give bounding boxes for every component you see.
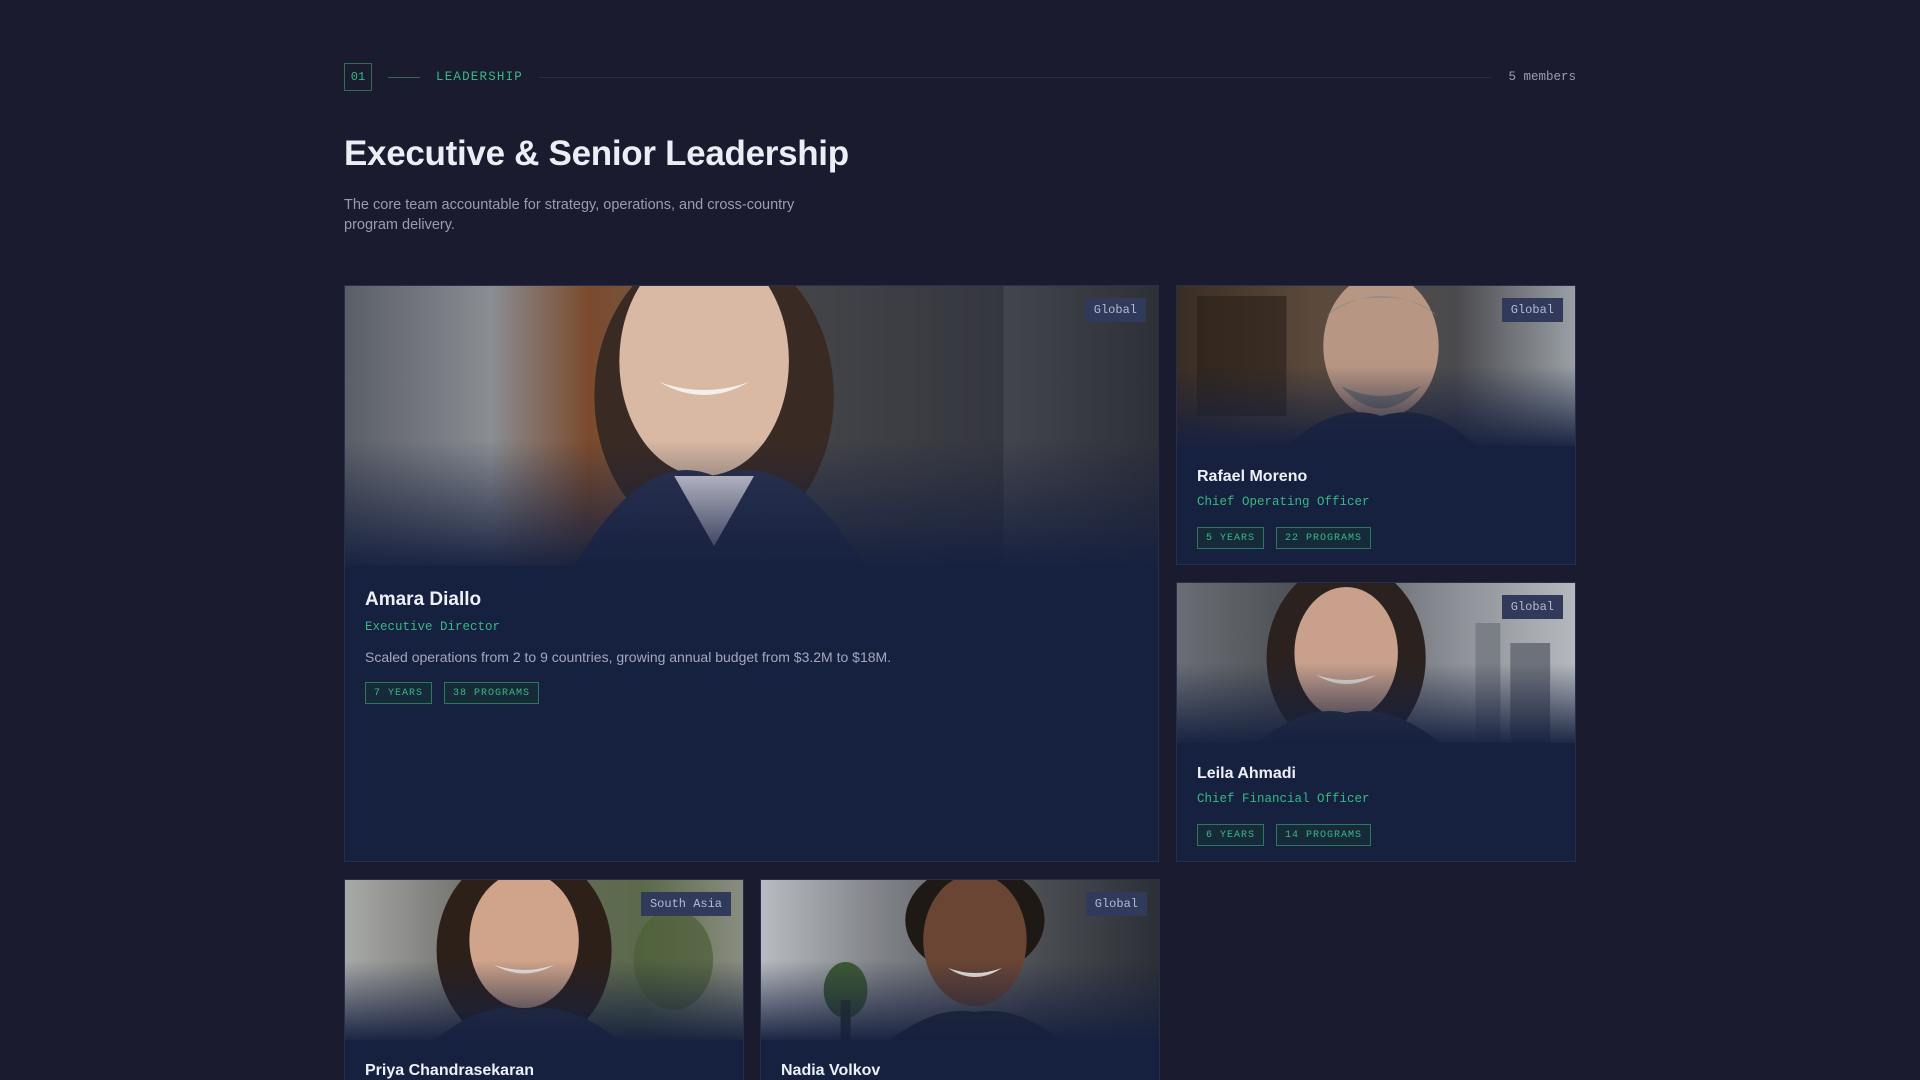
- page-description: The core team accountable for strategy, …: [344, 197, 795, 233]
- member-tags: 6 YEARS 14 PROGRAMS: [1197, 824, 1555, 846]
- region-badge: South Asia: [640, 892, 731, 916]
- region-badge: Global: [1501, 595, 1563, 619]
- member-name: Nadia Volkov: [781, 1062, 881, 1079]
- member-tags: 7 YEARS 38 PROGRAMS: [365, 682, 1138, 704]
- member-info: Nadia Volkov: [781, 1062, 1139, 1080]
- page-title: Executive & Senior Leadership: [344, 134, 849, 173]
- member-role: Executive Director: [365, 620, 501, 634]
- programs-tag: 22 PROGRAMS: [1276, 527, 1372, 549]
- member-name: Leila Ahmadi: [1197, 765, 1296, 782]
- member-bio: Scaled operations from 2 to 9 countries,…: [365, 649, 892, 665]
- region-badge: Global: [1085, 892, 1147, 916]
- section-number: 01: [344, 63, 372, 91]
- tenure-tag: 6 YEARS: [1197, 824, 1265, 846]
- member-role: Chief Operating Officer: [1197, 495, 1370, 509]
- member-role: Chief Financial Officer: [1197, 792, 1370, 806]
- tenure-tag: 7 YEARS: [365, 682, 433, 704]
- programs-tag: 38 PROGRAMS: [444, 682, 540, 704]
- member-name: Priya Chandrasekaran: [365, 1062, 534, 1079]
- member-name: Amara Diallo: [365, 589, 482, 610]
- tenure-tag: 5 YEARS: [1197, 527, 1265, 549]
- member-count: 5 members: [1508, 70, 1576, 84]
- member-card-priya-chandrasekaran[interactable]: South Asia Priya Chandrasekaran: [344, 879, 744, 1080]
- member-card-leila-ahmadi[interactable]: Global Leila Ahmadi Chief Financial Offi…: [1176, 582, 1576, 862]
- member-tags: 5 YEARS 22 PROGRAMS: [1197, 527, 1555, 549]
- member-card-amara-diallo[interactable]: Global Amara Diallo Executive Director S…: [344, 285, 1159, 862]
- leadership-page: 01 LEADERSHIP 5 members Executive & Seni…: [0, 0, 1920, 1080]
- section-header: 01 LEADERSHIP 5 members: [344, 63, 1576, 91]
- programs-tag: 14 PROGRAMS: [1276, 824, 1372, 846]
- member-name: Rafael Moreno: [1197, 468, 1308, 485]
- region-badge: Global: [1501, 298, 1563, 322]
- member-photo: [345, 286, 1158, 566]
- member-card-nadia-volkov[interactable]: Global Nadia Volkov: [760, 879, 1160, 1080]
- region-badge: Global: [1084, 298, 1146, 322]
- member-info: Leila Ahmadi Chief Financial Officer 6 Y…: [1197, 765, 1555, 846]
- member-info: Priya Chandrasekaran: [365, 1062, 723, 1080]
- member-card-rafael-moreno[interactable]: Global Rafael Moreno Chief Operating Off…: [1176, 285, 1576, 565]
- section-divider-short: [388, 76, 420, 78]
- section-divider-long: [539, 76, 1493, 78]
- member-info: Rafael Moreno Chief Operating Officer 5 …: [1197, 468, 1555, 549]
- section-label: LEADERSHIP: [436, 70, 524, 84]
- member-info: Amara Diallo Executive Director Scaled o…: [365, 589, 1138, 704]
